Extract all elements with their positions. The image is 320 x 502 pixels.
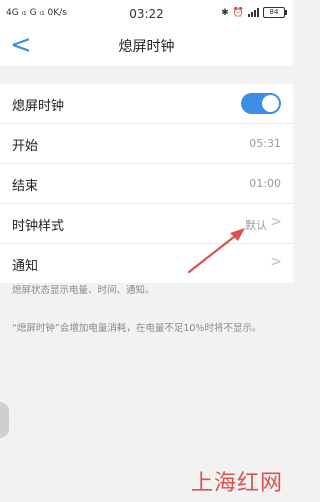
notification-label: 通知 xyxy=(12,259,39,274)
aod-label: 熄屏时钟 xyxy=(12,99,65,114)
watermark: 上海红网 xyxy=(190,471,283,496)
clock-style-row[interactable]: 时钟样式 默认 > xyxy=(0,204,293,244)
side-handle xyxy=(0,402,9,438)
nav-bar: < 熄屏时钟 xyxy=(0,28,293,66)
page-title: 熄屏时钟 xyxy=(118,39,175,55)
bluetooth-icon: ✱ xyxy=(221,7,229,18)
end-label: 结束 xyxy=(12,179,39,194)
status-icons: ✱ ⏰ 84 xyxy=(221,7,287,18)
end-value: 01:00 xyxy=(249,177,281,190)
alarm-icon: ⏰ xyxy=(232,7,244,18)
battery-icon: 84 xyxy=(263,7,287,18)
start-time-row[interactable]: 开始 05:31 xyxy=(0,124,293,164)
chevron-right-icon: > xyxy=(270,214,282,230)
status-bar: 4G ᵢ₁ G ᵢ₁ 0K/s 03:22 ✱ ⏰ 84 xyxy=(0,0,293,28)
clock-style-label: 时钟样式 xyxy=(12,219,65,234)
chevron-right-icon: > xyxy=(270,254,282,270)
signal-icon xyxy=(248,8,259,17)
start-label: 开始 xyxy=(12,139,39,154)
status-description: 熄屏状态显示电量、时间、通知。 xyxy=(12,285,155,296)
power-warning: “熄屏时钟”会增加电量消耗，在电量不足10%时将不显示。 xyxy=(12,323,262,334)
toggle-knob xyxy=(262,95,279,112)
start-value: 05:31 xyxy=(249,137,281,150)
aod-toggle[interactable] xyxy=(241,93,281,114)
aod-toggle-row[interactable]: 熄屏时钟 xyxy=(0,84,293,124)
settings-list: 熄屏时钟 开始 05:31 结束 01:00 时钟样式 默认 > 通知 > xyxy=(0,84,293,283)
annotation-arrow-icon xyxy=(187,228,245,274)
notification-row[interactable]: 通知 > xyxy=(0,244,293,283)
end-time-row[interactable]: 结束 01:00 xyxy=(0,164,293,204)
